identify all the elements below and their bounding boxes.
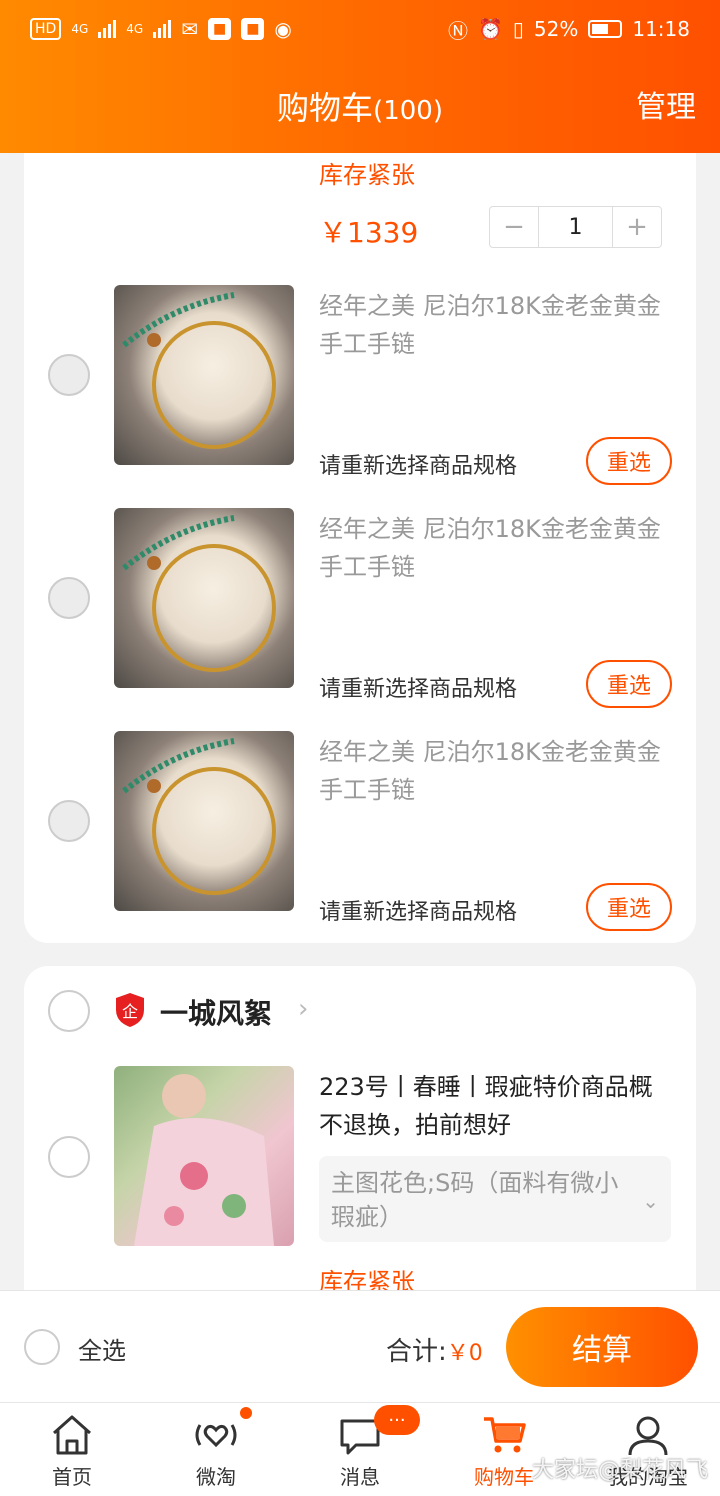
product-image[interactable] bbox=[114, 1066, 294, 1246]
total-value: ￥0 bbox=[446, 1341, 483, 1366]
chevron-down-icon: ⌄ bbox=[642, 1189, 659, 1213]
increase-button[interactable]: + bbox=[613, 207, 661, 247]
item-checkbox[interactable] bbox=[48, 577, 90, 619]
tab-label: 购物车 bbox=[474, 1465, 534, 1489]
tab-label: 消息 bbox=[340, 1465, 380, 1489]
status-bar: HD 4G 4G ✉ ■ ■ ◉ Ⓝ ⏰ ▯ 52% 11:18 bbox=[30, 10, 690, 48]
manage-button[interactable]: 管理 bbox=[636, 80, 696, 136]
alarm-icon: ⏰ bbox=[477, 17, 503, 41]
heart-wave-icon bbox=[195, 1424, 237, 1448]
reselect-hint: 请重新选择商品规格 bbox=[319, 454, 518, 479]
enterprise-icon-char: 企 bbox=[122, 1002, 138, 1021]
title-row: 购物车(100) 管理 bbox=[0, 80, 720, 136]
product-image[interactable] bbox=[114, 285, 294, 465]
tab-home[interactable]: 首页 bbox=[0, 1403, 144, 1496]
quantity-value[interactable]: 1 bbox=[538, 207, 613, 247]
product-image[interactable] bbox=[114, 508, 294, 688]
spec-text: 主图花色;S码（面料有微小瑕疵） bbox=[331, 1169, 619, 1231]
product-title[interactable]: 经年之美 尼泊尔18K金老金黄金手工手链 bbox=[319, 510, 669, 586]
tab-bar: 首页 微淘 ··· 消息 购物车 我的淘宝 大家坛@梨花风飞 bbox=[0, 1402, 720, 1496]
notification-icon: ◉ bbox=[274, 17, 292, 41]
product-title[interactable]: 经年之美 尼泊尔18K金老金黄金手工手链 bbox=[319, 287, 669, 363]
reselect-button[interactable]: 重选 bbox=[586, 660, 672, 708]
network-4g-2: 4G bbox=[126, 22, 144, 36]
stock-warning: 库存紧张 bbox=[319, 161, 415, 189]
nfc-icon: Ⓝ bbox=[447, 18, 468, 43]
shop-checkbox[interactable] bbox=[48, 990, 90, 1032]
item-checkbox[interactable] bbox=[48, 354, 90, 396]
reselect-button[interactable]: 重选 bbox=[586, 883, 672, 931]
header: HD 4G 4G ✉ ■ ■ ◉ Ⓝ ⏰ ▯ 52% 11:18 购物车(100… bbox=[0, 0, 720, 153]
tab-label: 微淘 bbox=[196, 1465, 236, 1489]
select-all-checkbox[interactable] bbox=[24, 1329, 60, 1365]
app-icon: ■ bbox=[207, 18, 232, 40]
quantity-stepper[interactable]: − 1 + bbox=[489, 206, 662, 248]
tab-label: 首页 bbox=[52, 1465, 92, 1489]
checkout-button[interactable]: 结算 bbox=[506, 1307, 698, 1387]
reselect-button[interactable]: 重选 bbox=[586, 437, 672, 485]
battery-percent: 52% bbox=[533, 17, 579, 41]
tab-weitao[interactable]: 微淘 bbox=[144, 1403, 288, 1496]
enterprise-shop-icon: 企 bbox=[114, 992, 146, 1028]
cart-icon bbox=[484, 1417, 526, 1453]
page-title: 购物车(100) bbox=[0, 80, 720, 139]
bracelet-photo-icon bbox=[122, 292, 276, 449]
signal-icon bbox=[98, 20, 117, 38]
battery-icon bbox=[588, 20, 623, 38]
product-title[interactable]: 223号丨春睡丨瑕疵特价商品概不退换，拍前想好 bbox=[319, 1068, 669, 1144]
product-title[interactable]: 经年之美 尼泊尔18K金老金黄金手工手链 bbox=[319, 733, 669, 809]
shop-card: 企 一城风絮 › 223号丨春睡丨瑕疵特价商品概不退换，拍前想好 主图花色;S码… bbox=[24, 966, 696, 1306]
status-right: Ⓝ ⏰ ▯ 52% 11:18 bbox=[448, 15, 690, 44]
watermark: 大家坛@梨花风飞 bbox=[531, 1458, 708, 1483]
signal-icon-2 bbox=[153, 20, 172, 38]
clock: 11:18 bbox=[632, 17, 690, 41]
item-price: ￥1339 bbox=[319, 216, 419, 249]
message-badge: ··· bbox=[374, 1405, 420, 1435]
home-icon bbox=[53, 1415, 91, 1455]
total-label: 合计: bbox=[386, 1337, 447, 1367]
shop-card-previous: 库存紧张 ￥1339 − 1 + 经年之美 尼泊尔18K金老金黄金手工手链 请重… bbox=[24, 153, 696, 943]
cart-count: (100) bbox=[373, 96, 443, 126]
bracelet-photo-icon bbox=[122, 738, 276, 895]
spec-selector[interactable]: 主图花色;S码（面料有微小瑕疵） ⌄ bbox=[319, 1156, 671, 1242]
mail-icon: ✉ bbox=[181, 17, 198, 41]
dress-photo-icon bbox=[134, 1074, 274, 1246]
status-left: HD 4G 4G ✉ ■ ■ ◉ bbox=[30, 17, 292, 41]
notification-dot bbox=[238, 1405, 254, 1421]
vibrate-icon: ▯ bbox=[512, 17, 524, 41]
select-all-label[interactable]: 全选 bbox=[78, 1331, 126, 1366]
total: 合计:￥0 bbox=[386, 1331, 483, 1368]
app-icon-2: ■ bbox=[241, 18, 265, 40]
network-4g-1: 4G bbox=[71, 22, 89, 36]
item-checkbox[interactable] bbox=[48, 800, 90, 842]
product-image[interactable] bbox=[114, 731, 294, 911]
decrease-button[interactable]: − bbox=[490, 207, 538, 247]
reselect-hint: 请重新选择商品规格 bbox=[319, 677, 518, 702]
shop-name[interactable]: 一城风絮 bbox=[160, 992, 272, 1032]
checkout-bar: 全选 合计:￥0 结算 bbox=[0, 1290, 720, 1402]
tab-messages[interactable]: ··· 消息 bbox=[288, 1403, 432, 1496]
reselect-hint: 请重新选择商品规格 bbox=[319, 900, 518, 925]
bracelet-photo-icon bbox=[122, 515, 276, 672]
chevron-right-icon[interactable]: › bbox=[298, 994, 308, 1024]
item-checkbox[interactable] bbox=[48, 1136, 90, 1178]
page-title-text: 购物车 bbox=[277, 89, 374, 127]
hd-indicator: HD bbox=[30, 18, 62, 40]
